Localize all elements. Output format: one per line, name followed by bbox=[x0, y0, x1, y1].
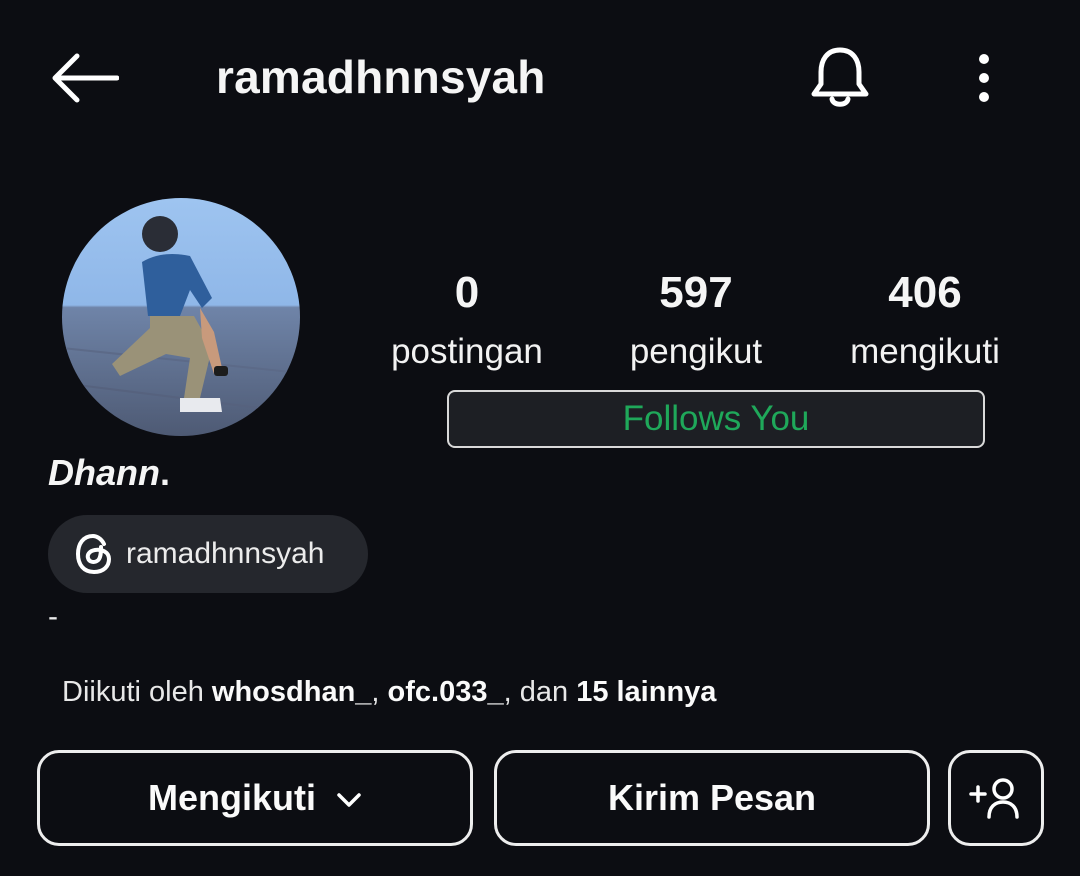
followed-by-sep: , bbox=[371, 676, 388, 708]
followers-count[interactable]: 597 pengikut bbox=[586, 268, 806, 374]
followed-by-mid: , dan bbox=[503, 676, 577, 708]
mutual-followers-others[interactable]: 15 lainnya bbox=[576, 676, 716, 708]
display-name-suffix: . bbox=[160, 452, 171, 493]
add-person-icon bbox=[969, 778, 1019, 819]
followers-count-value: 597 bbox=[659, 268, 733, 317]
more-vertical-icon bbox=[979, 54, 989, 102]
followed-by[interactable]: Diikuti oleh whosdhan_, ofc.033_, dan 15… bbox=[62, 676, 716, 709]
posts-count-label: postingan bbox=[391, 332, 543, 371]
threads-handle: ramadhnnsyah bbox=[126, 537, 325, 570]
posts-count[interactable]: 0 postingan bbox=[357, 268, 577, 374]
send-message-button[interactable]: Kirim Pesan bbox=[494, 750, 930, 846]
display-name-text: Dhann bbox=[48, 452, 160, 493]
avatar[interactable] bbox=[62, 198, 300, 436]
chevron-down-icon bbox=[336, 792, 362, 808]
posts-count-value: 0 bbox=[454, 268, 480, 317]
profile-photo bbox=[62, 198, 300, 436]
page-title: ramadhnnsyah bbox=[216, 51, 546, 103]
display-name: Dhann. bbox=[48, 452, 170, 494]
mutual-follower-2[interactable]: ofc.033_ bbox=[388, 676, 504, 708]
following-button-label: Mengikuti bbox=[148, 777, 316, 818]
send-message-label: Kirim Pesan bbox=[607, 777, 817, 818]
followed-by-prefix: Diikuti oleh bbox=[62, 676, 212, 708]
bell-icon bbox=[811, 47, 869, 107]
suggested-people-button[interactable] bbox=[948, 750, 1044, 846]
following-count-value: 406 bbox=[888, 268, 962, 317]
following-button[interactable]: Mengikuti bbox=[37, 750, 473, 846]
arrow-left-icon bbox=[52, 53, 119, 103]
mutual-follower-1[interactable]: whosdhan_ bbox=[212, 676, 372, 708]
back-button[interactable] bbox=[44, 46, 124, 110]
threads-icon bbox=[76, 534, 111, 574]
following-count-label: mengikuti bbox=[850, 332, 1000, 371]
more-options-button[interactable] bbox=[960, 44, 1008, 112]
followers-count-label: pengikut bbox=[629, 332, 763, 371]
notifications-button[interactable] bbox=[804, 40, 876, 116]
follows-you-badge: Follows You bbox=[447, 390, 985, 448]
threads-link[interactable]: ramadhnnsyah bbox=[48, 515, 368, 593]
profile-page: ramadhnnsyah 0 postingan 597 pengikut 40… bbox=[0, 0, 1080, 876]
following-count[interactable]: 406 mengikuti bbox=[815, 268, 1035, 374]
bio: - bbox=[48, 600, 58, 633]
